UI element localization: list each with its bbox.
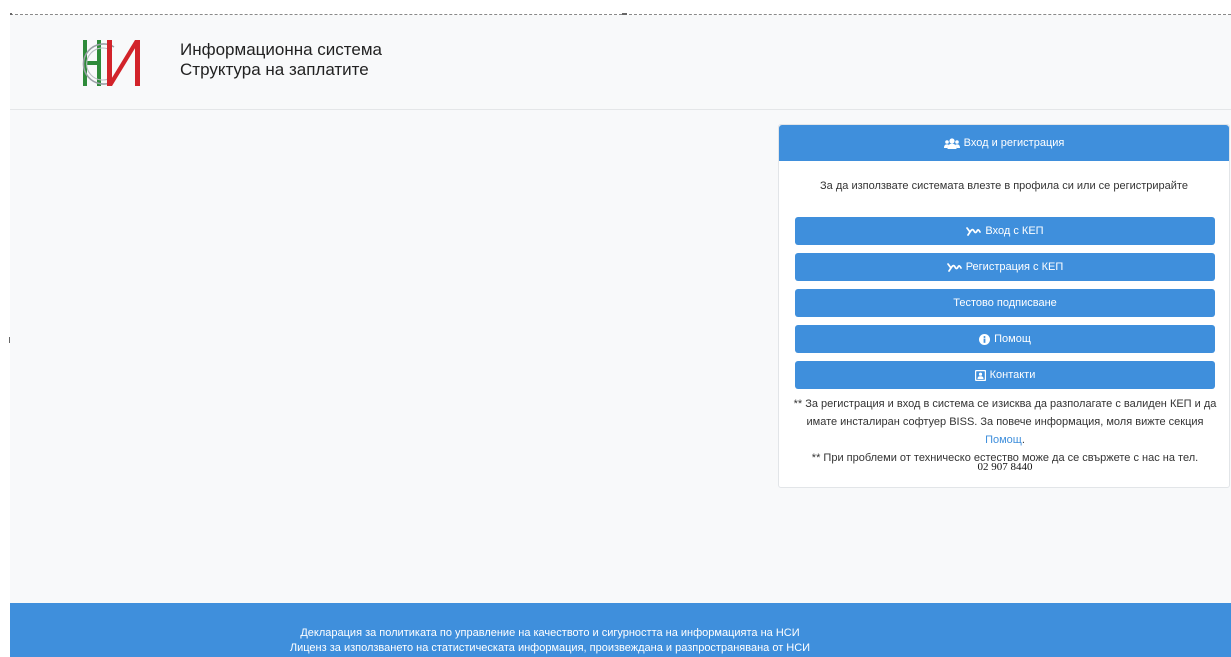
help-label: Помощ [994, 333, 1031, 345]
signature-icon [966, 226, 982, 236]
registration-note-end: . [1021, 434, 1025, 446]
license-link[interactable]: Лиценз за използването на статистическат… [10, 642, 1090, 654]
quality-policy-link[interactable]: Декларация за политиката по управление н… [10, 627, 1090, 639]
help-button[interactable]: Помощ [795, 325, 1215, 353]
login-kep-button[interactable]: Вход с КЕП [795, 217, 1215, 245]
registration-note-text: ** За регистрация и вход в система се из… [793, 398, 1217, 428]
info-circle-icon [979, 333, 991, 345]
test-sign-button[interactable]: Тестово подписване [795, 289, 1215, 317]
brand-title: Информационна система Структура на запла… [180, 40, 382, 80]
login-kep-label: Вход с КЕП [985, 225, 1044, 237]
brand-title-line1: Информационна система [180, 40, 382, 59]
contacts-button[interactable]: Контакти [795, 361, 1215, 389]
login-card: Вход и регистрация За да използвате сист… [778, 124, 1230, 488]
login-card-header: Вход и регистрация [779, 125, 1229, 161]
app-root: Информационна система Структура на запла… [10, 15, 1231, 657]
contacts-label: Контакти [989, 369, 1036, 381]
help-link[interactable]: Помощ [985, 434, 1022, 446]
support-phone: 02 907 8440 [977, 461, 1033, 473]
login-intro-text: За да използвате системата влезте в проф… [820, 180, 1188, 192]
users-icon [943, 137, 960, 149]
register-kep-button[interactable]: Регистрация с КЕП [795, 253, 1215, 281]
register-kep-label: Регистрация с КЕП [965, 261, 1064, 273]
site-header: Информационна система Структура на запла… [10, 15, 1231, 110]
signature-icon [946, 262, 962, 272]
registration-note: ** За регистрация и вход в система се из… [787, 395, 1223, 449]
login-card-title: Вход и регистрация [963, 137, 1065, 149]
nsi-logo-icon[interactable] [80, 33, 156, 93]
site-footer: Декларация за политиката по управление н… [10, 603, 1231, 657]
address-card-icon [974, 369, 986, 381]
brand-title-line2: Структура на заплатите [180, 60, 369, 79]
test-sign-label: Тестово подписване [953, 297, 1057, 309]
